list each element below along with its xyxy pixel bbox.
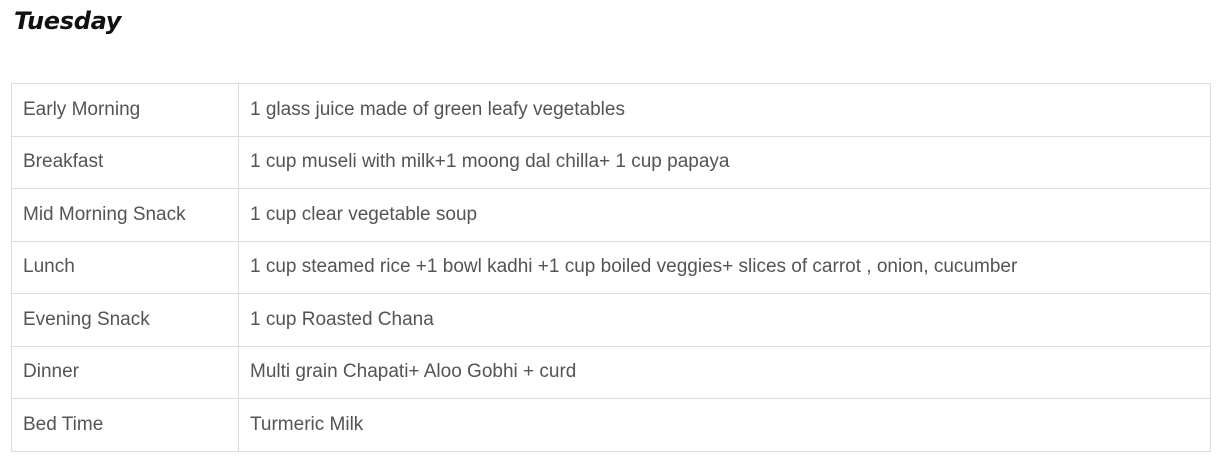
meal-items-cell: 1 cup steamed rice +1 bowl kadhi +1 cup … <box>238 240 1211 294</box>
meal-items-cell: Multi grain Chapati+ Aloo Gobhi + curd <box>238 345 1211 399</box>
meal-items-cell: Turmeric Milk <box>238 398 1211 452</box>
meal-name-cell: Dinner <box>11 345 239 399</box>
meal-items-cell: 1 glass juice made of green leafy vegeta… <box>238 83 1211 137</box>
meal-name-cell: Bed Time <box>11 398 239 452</box>
page-title: Tuesday <box>14 7 122 35</box>
table-row: Early Morning 1 glass juice made of gree… <box>11 83 1211 137</box>
meal-name-cell: Evening Snack <box>11 293 239 347</box>
table-row: Evening Snack 1 cup Roasted Chana <box>11 293 1211 347</box>
meal-items-cell: 1 cup museli with milk+1 moong dal chill… <box>238 135 1211 189</box>
table-row: Dinner Multi grain Chapati+ Aloo Gobhi +… <box>11 345 1211 399</box>
meal-name-cell: Lunch <box>11 240 239 294</box>
meal-items-cell: 1 cup clear vegetable soup <box>238 188 1211 242</box>
meal-plan-table: Early Morning 1 glass juice made of gree… <box>11 83 1211 452</box>
meal-name-cell: Early Morning <box>11 83 239 137</box>
meal-name-cell: Mid Morning Snack <box>11 188 239 242</box>
meal-name-cell: Breakfast <box>11 135 239 189</box>
table-row: Bed Time Turmeric Milk <box>11 398 1211 452</box>
meal-items-cell: 1 cup Roasted Chana <box>238 293 1211 347</box>
table-row: Breakfast 1 cup museli with milk+1 moong… <box>11 135 1211 189</box>
table-row: Lunch 1 cup steamed rice +1 bowl kadhi +… <box>11 240 1211 294</box>
table-row: Mid Morning Snack 1 cup clear vegetable … <box>11 188 1211 242</box>
